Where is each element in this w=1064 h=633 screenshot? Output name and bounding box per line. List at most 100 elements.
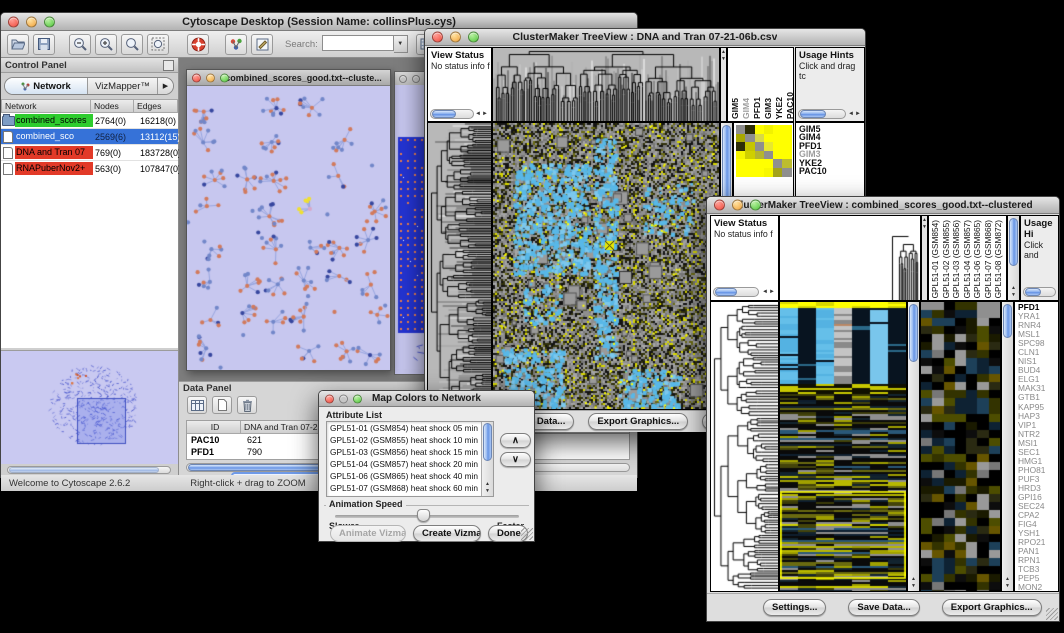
network-name[interactable]: DNA and Tran 07 xyxy=(15,146,93,159)
tv2-action-button[interactable]: Export Graphics... xyxy=(942,599,1042,616)
network-name[interactable]: RNAPuberNov2+ xyxy=(15,162,93,175)
col-edges[interactable]: Edges xyxy=(134,99,178,113)
tv2-col-scroll-strip[interactable]: ▲ ▼ xyxy=(921,215,928,301)
network-table-row[interactable]: combined_sco2569(6)13112(15) xyxy=(1,129,178,145)
network-overview-panel[interactable] xyxy=(1,350,178,463)
zoom-matrix-cell[interactable] xyxy=(755,134,764,143)
close-button[interactable] xyxy=(8,16,19,27)
attribute-list-item[interactable]: GPL51-04 (GSM857) heat shock 20 min xyxy=(330,458,493,470)
tv1-action-button[interactable]: Export Graphics... xyxy=(588,413,688,430)
attribute-list-item[interactable]: GPL51-07 (GSM868) heat shock 60 min xyxy=(330,482,493,494)
move-attribute-down-button[interactable]: ∨ xyxy=(500,452,531,467)
zoom-fit-button[interactable] xyxy=(147,34,169,55)
zoom-matrix-cell[interactable] xyxy=(736,151,745,160)
inactive-close-button[interactable] xyxy=(399,75,407,83)
zoom-matrix-cell[interactable] xyxy=(773,159,782,168)
netwin-zoom-button[interactable] xyxy=(220,73,229,82)
zoom-button[interactable] xyxy=(44,16,55,27)
tv1-status-right-arrow[interactable]: ► xyxy=(482,111,488,117)
animation-speed-slider-thumb[interactable] xyxy=(417,509,430,522)
attr-col-id[interactable]: ID xyxy=(187,421,241,434)
network-overview-thumbnail[interactable] xyxy=(1,351,178,464)
tv2-usage-hscrollbar[interactable] xyxy=(1023,287,1056,297)
zoom-matrix-cell[interactable] xyxy=(755,168,764,177)
delete-attribute-button[interactable] xyxy=(237,396,257,414)
control-panel-hscrollbar[interactable] xyxy=(7,466,171,474)
float-panel-icon[interactable] xyxy=(163,60,174,71)
tv2-zoom-heatmap[interactable] xyxy=(920,301,1001,592)
network-name[interactable]: combined_sco xyxy=(15,130,93,143)
zoom-matrix-cell[interactable] xyxy=(736,159,745,168)
attribute-list-item[interactable]: GPL51-02 (GSM855) heat shock 10 min xyxy=(330,434,493,446)
create-vizmap-button[interactable]: Create Vizmap xyxy=(413,525,481,542)
zoom-matrix-cell[interactable] xyxy=(745,168,754,177)
create-attribute-button[interactable] xyxy=(212,396,232,414)
help-button[interactable] xyxy=(187,34,209,55)
zoom-matrix-cell[interactable] xyxy=(773,142,782,151)
network-view-window[interactable]: combined_scores_good.txt--cluste... xyxy=(186,69,391,371)
col-nodes[interactable]: Nodes xyxy=(91,99,134,113)
zoom-matrix-cell[interactable] xyxy=(745,142,754,151)
save-session-button[interactable] xyxy=(33,34,55,55)
attribute-list[interactable]: GPL51-01 (GSM854) heat shock 05 minGPL51… xyxy=(326,421,494,497)
zoom-selected-button[interactable] xyxy=(121,34,143,55)
treeview1-title-bar[interactable]: ClusterMaker TreeView : DNA and Tran 07-… xyxy=(425,29,865,46)
tv1-heatmap[interactable] xyxy=(492,122,720,410)
zoom-matrix-cell[interactable] xyxy=(745,151,754,160)
network-table-row[interactable]: combined_scores2764(0)16218(0) xyxy=(1,113,178,129)
tv2-column-dendrogram[interactable] xyxy=(779,215,921,301)
tv2-status-hscrollbar[interactable] xyxy=(713,287,759,297)
zoom-matrix-cell[interactable] xyxy=(773,151,782,160)
network-tree-empty-area[interactable] xyxy=(1,175,178,348)
dialog-minimize-button[interactable] xyxy=(339,394,348,403)
tab-overflow-button[interactable]: ▶ xyxy=(158,78,173,94)
zoom-matrix-cell[interactable] xyxy=(782,134,791,143)
zoom-matrix-cell[interactable] xyxy=(764,125,773,134)
attribute-list-item[interactable]: GPL51-01 (GSM854) heat shock 05 min xyxy=(330,422,493,434)
move-attribute-up-button[interactable]: ∧ xyxy=(500,433,531,448)
zoom-matrix-cell[interactable] xyxy=(755,142,764,151)
tv1-zoom-heatmap[interactable] xyxy=(736,125,792,177)
zoom-matrix-cell[interactable] xyxy=(755,159,764,168)
zoom-matrix-cell[interactable] xyxy=(736,134,745,143)
attribute-list-vscrollbar[interactable]: ▲ ▼ xyxy=(481,422,493,496)
zoom-matrix-cell[interactable] xyxy=(736,125,745,134)
tv2-heatmap[interactable] xyxy=(779,301,907,592)
tv2-action-button[interactable]: Save Data... xyxy=(848,599,919,616)
tv1-usage-right-arrow[interactable]: ► xyxy=(855,111,861,117)
tv2-minimize-button[interactable] xyxy=(732,200,743,211)
dialog-title-bar[interactable]: Map Colors to Network xyxy=(319,391,534,407)
network-table-row[interactable]: DNA and Tran 07769(0)183728(0) xyxy=(1,145,178,161)
tab-vizmapper[interactable]: VizMapper™ xyxy=(88,78,158,94)
netwin-minimize-button[interactable] xyxy=(206,73,215,82)
tv2-close-button[interactable] xyxy=(714,200,725,211)
zoom-matrix-cell[interactable] xyxy=(773,168,782,177)
tv1-col-scroll-strip[interactable]: ▲ ▼ xyxy=(720,47,727,122)
zoom-matrix-cell[interactable] xyxy=(745,134,754,143)
dialog-zoom-button[interactable] xyxy=(353,394,362,403)
zoom-matrix-cell[interactable] xyxy=(773,134,782,143)
tv1-usage-hscrollbar[interactable] xyxy=(798,109,846,119)
attribute-list-item[interactable]: GPL51-03 (GSM856) heat shock 15 min xyxy=(330,446,493,458)
attribute-list-item[interactable]: GPL51-06 (GSM865) heat shock 40 min xyxy=(330,470,493,482)
tv2-collabel-vscrollbar[interactable]: ▲ ▼ xyxy=(1007,215,1020,301)
zoom-out-button[interactable] xyxy=(69,34,91,55)
tv1-close-button[interactable] xyxy=(432,32,443,43)
tv1-row-dendrogram[interactable] xyxy=(427,122,492,410)
zoom-matrix-cell[interactable] xyxy=(755,125,764,134)
zoom-matrix-cell[interactable] xyxy=(745,159,754,168)
tv2-zoom-button[interactable] xyxy=(750,200,761,211)
zoom-matrix-cell[interactable] xyxy=(764,159,773,168)
zoom-matrix-cell[interactable] xyxy=(782,159,791,168)
tv1-usage-left-arrow[interactable]: ◄ xyxy=(848,111,854,117)
attribute-select-button[interactable] xyxy=(187,396,207,414)
col-network[interactable]: Network xyxy=(1,99,91,113)
zoom-matrix-cell[interactable] xyxy=(782,168,791,177)
dialog-resize-grip[interactable] xyxy=(521,528,533,540)
zoom-matrix-cell[interactable] xyxy=(764,151,773,160)
tv1-zoom-button[interactable] xyxy=(468,32,479,43)
network-graph-canvas[interactable] xyxy=(187,86,390,370)
zoom-matrix-cell[interactable] xyxy=(764,142,773,151)
tv2-heatmap-vscrollbar[interactable]: ▲ ▼ xyxy=(907,301,920,592)
tv2-action-button[interactable]: Settings... xyxy=(763,599,826,616)
